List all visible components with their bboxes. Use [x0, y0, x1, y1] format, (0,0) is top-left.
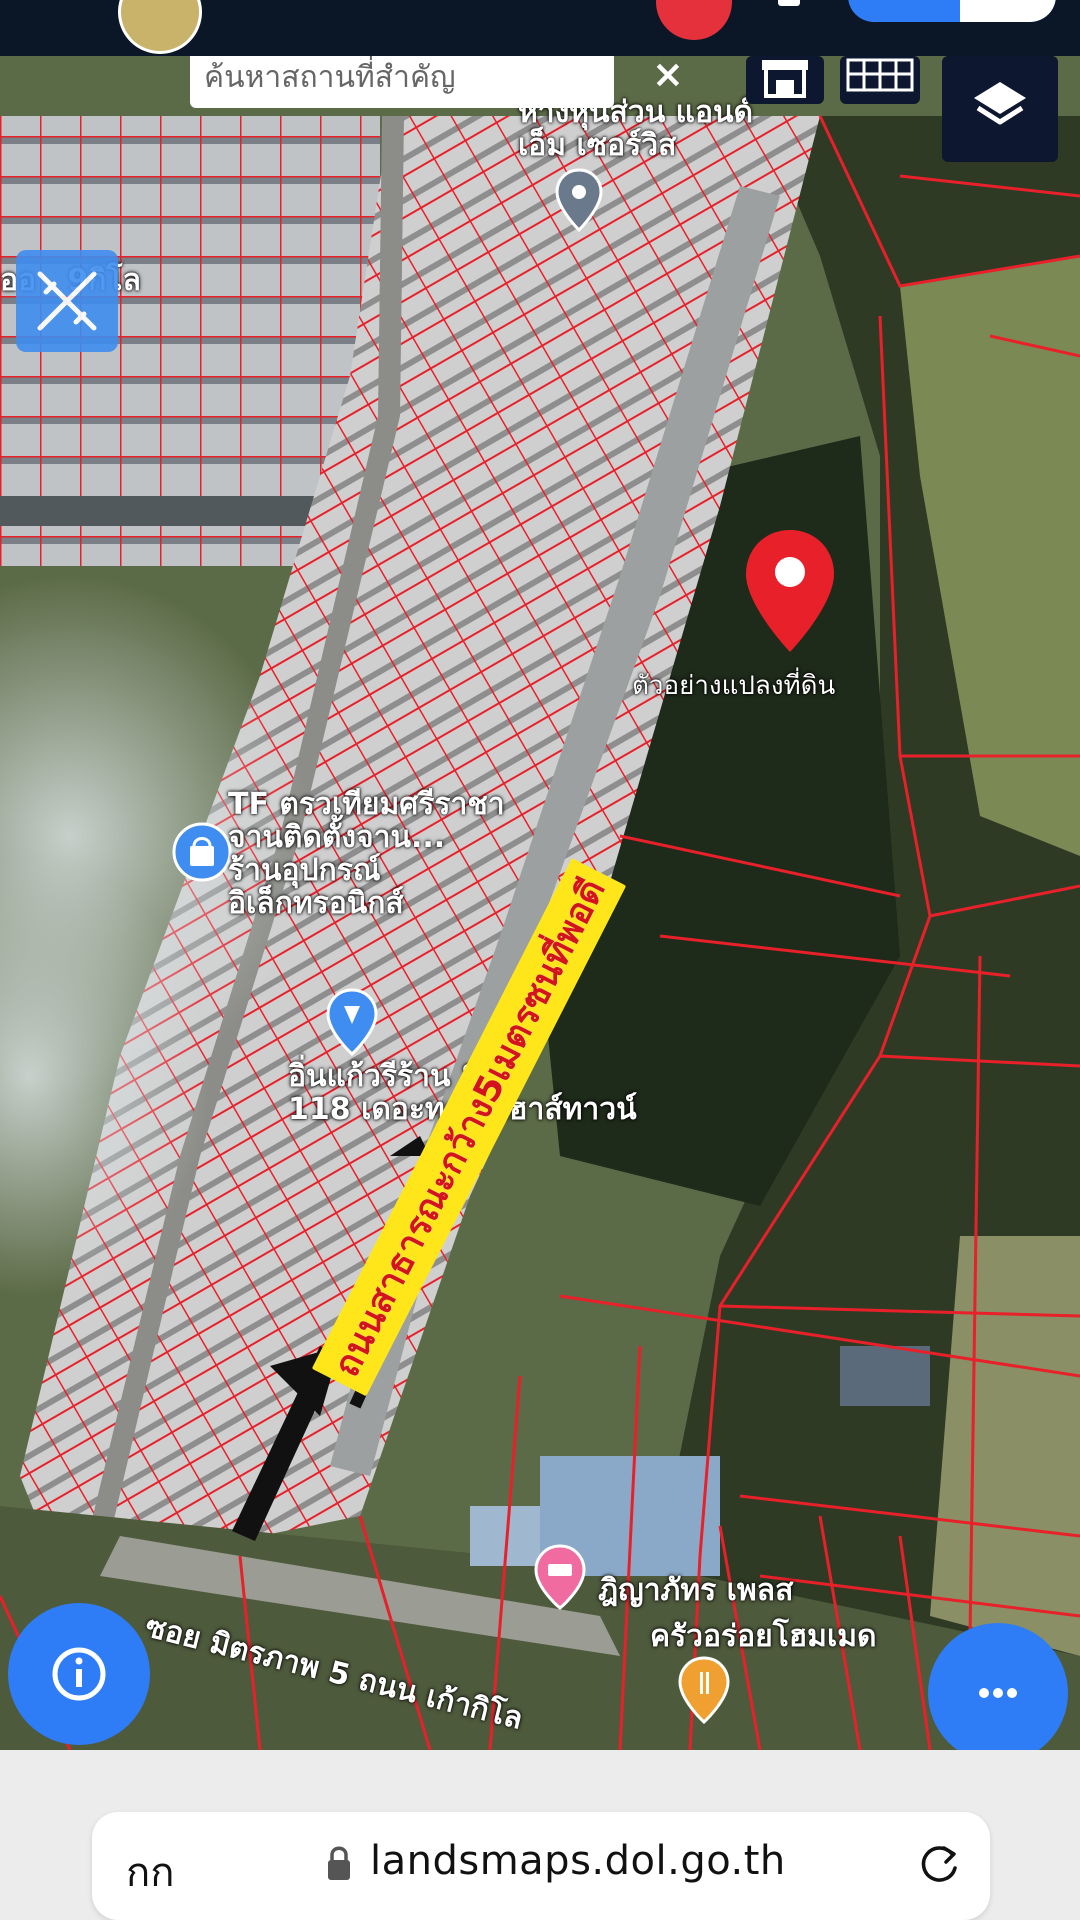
ruler-icon: [37, 271, 97, 331]
browser-bottom-bar: กก landsmaps.dol.go.th: [0, 1750, 1080, 1920]
clear-search-button[interactable]: ×: [652, 56, 684, 96]
search-icon[interactable]: [656, 0, 732, 40]
grid-button[interactable]: [840, 56, 920, 104]
location-pin-icon[interactable]: [324, 988, 380, 1058]
more-options-button[interactable]: [928, 1623, 1068, 1750]
info-button[interactable]: [8, 1603, 150, 1745]
shop-icon[interactable]: [172, 822, 232, 882]
mode-toggle[interactable]: [848, 0, 1056, 22]
location-pin-icon[interactable]: [532, 1544, 588, 1610]
location-pin-icon[interactable]: [740, 526, 840, 656]
dol-logo: [118, 0, 202, 54]
layers-icon: [974, 82, 1026, 125]
menu-icon[interactable]: [778, 0, 800, 6]
layers-button[interactable]: [942, 56, 1058, 162]
lock-icon: [328, 1846, 350, 1880]
measure-tool-button[interactable]: [16, 250, 118, 352]
kitchen-label: ครัวอร่อยโฮมเมด: [650, 1619, 877, 1654]
app-top-bar: [0, 0, 1080, 56]
satellite-map[interactable]: ห้างหุ้นส่วน แอนด์ เอ็ม เซอร์วิส ออ 9กิโ…: [0, 56, 1080, 1750]
search-input[interactable]: ค้นหาสถานที่สำคัญ: [190, 56, 614, 108]
shop-icon: [762, 60, 808, 98]
shop-filter-button[interactable]: [746, 56, 824, 104]
grid-icon: [846, 58, 914, 92]
search-placeholder: ค้นหาสถานที่สำคัญ: [204, 60, 456, 95]
shop-label: TF ตรวเทียมศรีราชา จานติดตั้งจาน... ร้าน…: [228, 787, 505, 921]
location-pin-icon[interactable]: [554, 168, 604, 234]
reload-icon[interactable]: [914, 1840, 964, 1890]
url-text[interactable]: landsmaps.dol.go.th: [370, 1838, 786, 1884]
more-icon: [979, 1688, 1017, 1698]
reader-settings-button[interactable]: กก: [126, 1840, 174, 1904]
map-imagery: [0, 56, 1080, 1750]
hotel-label: ฎิญาภัทร เพลส: [598, 1573, 794, 1608]
location-pin-icon[interactable]: [676, 1656, 732, 1726]
info-icon: [52, 1647, 106, 1701]
address-bar[interactable]: กก landsmaps.dol.go.th: [92, 1812, 990, 1920]
